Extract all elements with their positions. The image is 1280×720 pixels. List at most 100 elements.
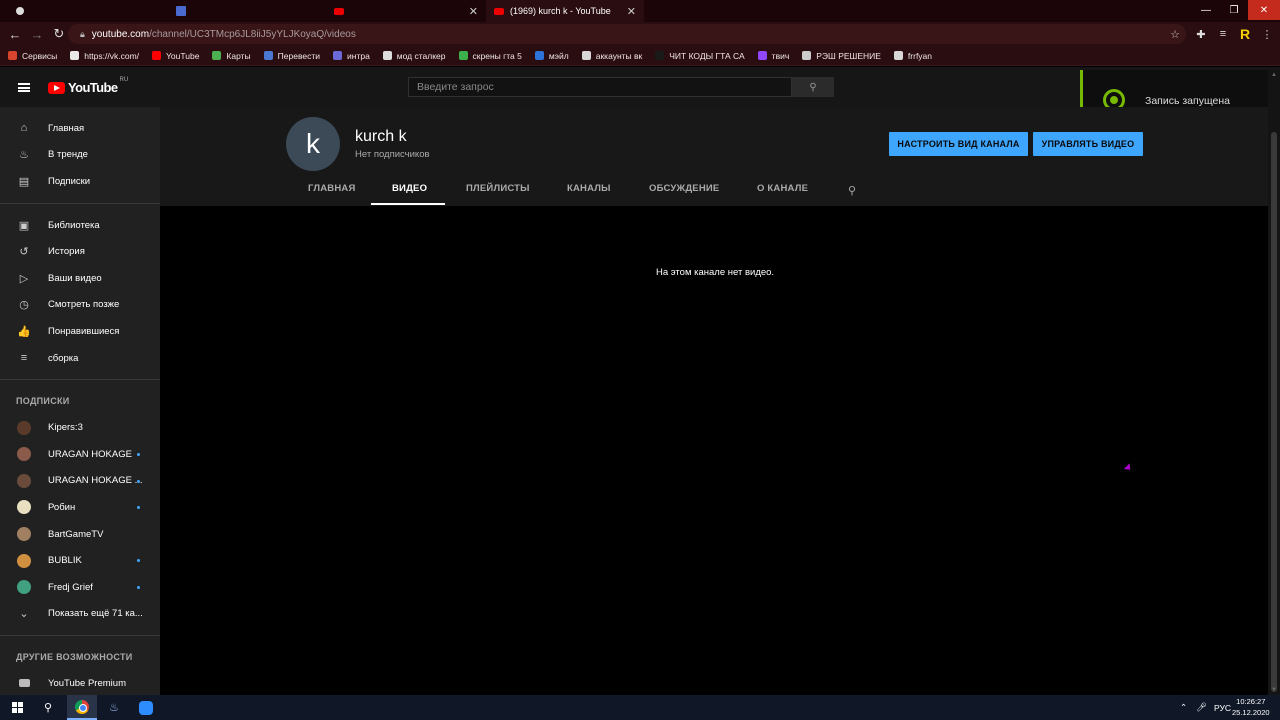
sidebar-divider xyxy=(0,202,160,204)
tab-discussion[interactable]: ОБСУЖДЕНИЕ xyxy=(649,183,719,194)
sidebar-item[interactable]: ▣ Библиотека xyxy=(0,212,160,239)
bookmark-item[interactable]: скрены гта 5 xyxy=(458,51,522,61)
youtube-premium-icon xyxy=(18,677,30,689)
tray-chevron-icon[interactable]: ⌃ xyxy=(1180,695,1187,720)
sidebar-item[interactable]: ▷ Ваши видео xyxy=(0,265,160,292)
sidebar-item[interactable]: ⌂ Главная xyxy=(0,115,160,142)
reload-icon[interactable]: ↻ xyxy=(48,23,70,45)
bookmark-item[interactable]: мод сталкер xyxy=(382,51,446,61)
channel-avatar[interactable]: k xyxy=(286,117,340,171)
trending-icon: ♨ xyxy=(19,149,29,162)
manage-videos-button[interactable]: УПРАВЛЯТЬ ВИДЕО xyxy=(1033,132,1143,156)
chevron-down-icon: ⌄ xyxy=(19,608,29,621)
bookmark-item[interactable]: YouTube xyxy=(152,51,199,61)
tab-playlists[interactable]: ПЛЕЙЛИСТЫ xyxy=(466,183,530,194)
subscription-item[interactable]: Fredj Grief xyxy=(0,574,160,601)
steam-taskbar-icon[interactable]: ♨ xyxy=(99,695,129,720)
scroll-up-icon[interactable]: ▲ xyxy=(1271,72,1277,78)
subscriber-count: Нет подписчиков xyxy=(355,149,430,160)
channel-name: kurch k xyxy=(355,128,407,145)
bookmark-item[interactable]: аккаунты вк xyxy=(581,51,642,61)
subscription-item[interactable]: BartGameTV xyxy=(0,521,160,548)
zoom-taskbar-icon[interactable] xyxy=(131,695,161,720)
address-bar[interactable]: 🔒︎ youtube.com /channel/UC3TMcp6JL8iiJ5y… xyxy=(68,24,1186,44)
tab-about[interactable]: О КАНАЛЕ xyxy=(757,183,808,194)
browser-tab[interactable] xyxy=(8,0,168,22)
subscription-item[interactable]: BUBLIK xyxy=(0,547,160,574)
bookmark-star-icon[interactable]: ☆ xyxy=(1170,28,1180,41)
subscription-label: URAGAN HOKAGE xyxy=(48,448,132,460)
browser-tab[interactable]: ✕ xyxy=(326,0,486,22)
channel-search-icon[interactable]: ⚲ xyxy=(848,184,856,197)
extension-r-icon[interactable]: R xyxy=(1236,24,1254,44)
home-icon: ⌂ xyxy=(20,122,28,135)
youtube-logo[interactable]: YouTube RU xyxy=(48,77,128,95)
search-input[interactable]: Введите запрос xyxy=(408,77,792,97)
bookmark-item[interactable]: твич xyxy=(757,50,790,61)
bookmark-item[interactable]: Сервисы xyxy=(8,51,57,61)
show-more-button[interactable]: ⌄ Показать ещё 71 ка... xyxy=(0,601,160,628)
sidebar-item[interactable]: YouTube Premium xyxy=(0,670,160,695)
subscription-item[interactable]: URAGAN HOKAGE xyxy=(0,441,160,468)
youtube-play-icon xyxy=(48,81,65,94)
browser-tab[interactable] xyxy=(168,0,320,22)
bookmarks-bar: Сервисы https://vk.com/YouTube Карты Переве… xyxy=(0,46,1280,66)
mouse-cursor-icon xyxy=(1123,463,1134,473)
your-videos-icon: ▷ xyxy=(19,272,29,285)
extensions-puzzle-icon[interactable]: ✚ xyxy=(1192,24,1210,44)
sidebar-item[interactable]: ◷ Смотреть позже xyxy=(0,292,160,319)
windows-start-icon[interactable] xyxy=(2,695,32,720)
windows-taskbar: ⚲ ♨ ⌃ 🎤︎ РУС 10:26:27 25.12.2020 xyxy=(0,695,1280,720)
browser-tab-active[interactable]: (1969) kurch k - YouTube ✕ xyxy=(486,0,644,22)
sidebar-item-label: В тренде xyxy=(48,149,88,161)
taskbar-search-icon[interactable]: ⚲ xyxy=(33,695,63,720)
tab-channels[interactable]: КАНАЛЫ xyxy=(567,183,611,194)
subscription-item[interactable]: Kipers:3 xyxy=(0,414,160,441)
new-content-dot xyxy=(137,559,140,563)
empty-channel-message: На этом канале нет видео. xyxy=(656,267,775,278)
forward-icon[interactable]: → xyxy=(26,23,48,45)
restore-icon[interactable]: ❐ xyxy=(1218,0,1250,20)
bookmark-item[interactable]: мэйл xyxy=(534,51,569,61)
bookmark-favicon-icon xyxy=(70,51,80,60)
bookmark-item[interactable]: Перевести xyxy=(263,51,320,61)
customize-channel-button[interactable]: НАСТРОИТЬ ВИД КАНАЛА xyxy=(889,132,1028,156)
scrollbar-thumb[interactable] xyxy=(1271,132,1277,692)
tab-home[interactable]: ГЛАВНАЯ xyxy=(308,183,356,194)
menu-hamburger-icon[interactable] xyxy=(18,83,30,92)
tab-title: (1969) kurch k - YouTube xyxy=(510,6,611,16)
more-features-heading: ДРУГИЕ ВОЗМОЖНОСТИ xyxy=(16,652,133,663)
menu-dots-icon[interactable]: ⋮ xyxy=(1258,24,1276,44)
sidebar-item[interactable]: ↺ История xyxy=(0,238,160,265)
search-icon[interactable]: ⚲ xyxy=(792,77,834,97)
reading-list-icon[interactable]: ≡ xyxy=(1214,24,1232,44)
close-window-icon[interactable]: ✕ xyxy=(1248,0,1280,20)
sidebar-item[interactable]: 👍 Понравившиеся xyxy=(0,318,160,345)
bookmark-item[interactable]: ЧИТ КОДЫ ГТА СА xyxy=(655,51,745,61)
close-tab-icon[interactable]: ✕ xyxy=(627,5,636,18)
scroll-down-icon[interactable]: ▼ xyxy=(1271,687,1277,693)
bookmark-item[interactable]: Карты xyxy=(212,51,251,61)
bookmark-item[interactable]: frrfyan xyxy=(893,50,933,61)
close-tab-icon[interactable]: ✕ xyxy=(469,5,478,18)
taskbar-clock[interactable]: 10:26:27 25.12.2020 xyxy=(1232,696,1270,718)
bookmark-label: frrfyan xyxy=(907,50,933,61)
chrome-taskbar-icon[interactable] xyxy=(67,695,97,720)
microphone-icon[interactable]: 🎤︎ xyxy=(1196,695,1207,720)
bookmark-label: твич xyxy=(771,50,790,61)
bookmark-item[interactable]: интра xyxy=(333,51,370,61)
sidebar-item[interactable]: ♨ В тренде xyxy=(0,142,160,169)
back-icon[interactable]: ← xyxy=(4,23,26,45)
sidebar-item[interactable]: ▤ Подписки xyxy=(0,168,160,195)
tab-videos[interactable]: ВИДЕО xyxy=(392,183,427,194)
subscription-item[interactable]: Робин xyxy=(0,494,160,521)
page-scrollbar[interactable]: ▲ ▼ xyxy=(1268,70,1280,695)
bookmark-item[interactable]: РЭШ РЕШЕНИЕ xyxy=(802,51,881,61)
language-indicator[interactable]: РУС xyxy=(1214,695,1231,720)
subscription-item[interactable]: URAGAN HOKAGE ... xyxy=(0,468,160,495)
bookmark-favicon-icon xyxy=(581,51,591,60)
bookmark-item[interactable]: https://vk.com/ xyxy=(70,51,139,61)
sidebar-item[interactable]: ≡ сборка xyxy=(0,345,160,372)
channel-avatar xyxy=(17,500,31,515)
sidebar-divider xyxy=(0,379,160,381)
